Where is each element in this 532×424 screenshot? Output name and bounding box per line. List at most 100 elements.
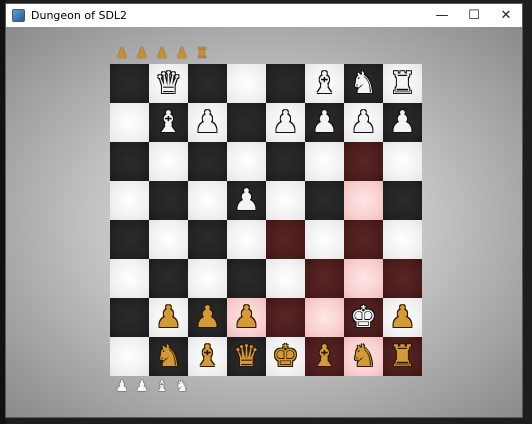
square-d4[interactable] <box>227 220 266 259</box>
white-bishop-piece[interactable]: ♝ <box>311 64 338 103</box>
square-h6[interactable] <box>383 142 422 181</box>
square-h7[interactable]: ♟ <box>383 103 422 142</box>
gold-pawn-piece[interactable]: ♟ <box>233 298 260 337</box>
square-g6[interactable] <box>344 142 383 181</box>
square-g7[interactable]: ♟ <box>344 103 383 142</box>
minimize-button[interactable]: — <box>426 4 458 27</box>
square-e3[interactable] <box>266 259 305 298</box>
square-h5[interactable] <box>383 181 422 220</box>
square-f1[interactable]: ♝ <box>305 337 344 376</box>
square-g5[interactable] <box>344 181 383 220</box>
square-e4[interactable] <box>266 220 305 259</box>
square-e7[interactable]: ♟ <box>266 103 305 142</box>
square-e2[interactable] <box>266 298 305 337</box>
square-d1[interactable]: ♛ <box>227 337 266 376</box>
gold-pawn-piece[interactable]: ♟ <box>194 298 221 337</box>
white-pawn-piece[interactable]: ♟ <box>389 103 416 142</box>
game-area: ♟ ♟ ♟ ♟ ♜ ♛ ♝ ♞ ♜ ♝ ♟ ♟ ♟ ♟ ♟ ♟ ♟ ♟ ♟ ♚ ♟ ♞ ♝ ♛ ♚ ♝ ♞ ♜ ♟ ♟ ♝ ♞ <box>6 27 522 417</box>
square-d2[interactable]: ♟ <box>227 298 266 337</box>
square-g2[interactable]: ♚ <box>344 298 383 337</box>
white-bishop-piece[interactable]: ♝ <box>155 103 182 142</box>
square-f4[interactable] <box>305 220 344 259</box>
square-h8[interactable]: ♜ <box>383 64 422 103</box>
square-h1[interactable]: ♜ <box>383 337 422 376</box>
close-button[interactable]: ✕ <box>490 4 522 27</box>
captured-gold-rook-icon: ♜ <box>195 44 209 62</box>
square-a1[interactable] <box>110 337 149 376</box>
white-king-piece[interactable]: ♚ <box>350 298 377 337</box>
square-h4[interactable] <box>383 220 422 259</box>
square-a7[interactable] <box>110 103 149 142</box>
square-e8[interactable] <box>266 64 305 103</box>
square-c3[interactable] <box>188 259 227 298</box>
square-d8[interactable] <box>227 64 266 103</box>
square-b7[interactable]: ♝ <box>149 103 188 142</box>
captured-gold-pawn-icon: ♟ <box>155 44 169 62</box>
title-bar[interactable]: Dungeon of SDL2 — ☐ ✕ <box>6 4 522 27</box>
app-icon <box>12 9 25 22</box>
gold-knight-piece[interactable]: ♞ <box>350 337 377 376</box>
square-a2[interactable] <box>110 298 149 337</box>
square-f6[interactable] <box>305 142 344 181</box>
square-c6[interactable] <box>188 142 227 181</box>
captured-pieces-bottom: ♟ ♟ ♝ ♞ <box>113 377 191 395</box>
square-b4[interactable] <box>149 220 188 259</box>
square-a8[interactable] <box>110 64 149 103</box>
square-b2[interactable]: ♟ <box>149 298 188 337</box>
square-a3[interactable] <box>110 259 149 298</box>
square-e1[interactable]: ♚ <box>266 337 305 376</box>
captured-gold-pawn-icon: ♟ <box>175 44 189 62</box>
square-d7[interactable] <box>227 103 266 142</box>
square-c2[interactable]: ♟ <box>188 298 227 337</box>
square-b8[interactable]: ♛ <box>149 64 188 103</box>
gold-pawn-piece[interactable]: ♟ <box>389 298 416 337</box>
gold-bishop-piece[interactable]: ♝ <box>194 337 221 376</box>
window-controls: — ☐ ✕ <box>426 4 522 27</box>
square-f8[interactable]: ♝ <box>305 64 344 103</box>
white-pawn-piece[interactable]: ♟ <box>311 103 338 142</box>
square-b6[interactable] <box>149 142 188 181</box>
square-e5[interactable] <box>266 181 305 220</box>
square-h2[interactable]: ♟ <box>383 298 422 337</box>
white-knight-piece[interactable]: ♞ <box>350 64 377 103</box>
gold-rook-piece[interactable]: ♜ <box>389 337 416 376</box>
square-d3[interactable] <box>227 259 266 298</box>
square-a4[interactable] <box>110 220 149 259</box>
app-window: Dungeon of SDL2 — ☐ ✕ ♟ ♟ ♟ ♟ ♜ ♛ ♝ ♞ ♜ ♝ ♟ ♟ ♟ ♟ ♟ ♟ ♟… <box>6 4 522 417</box>
square-c1[interactable]: ♝ <box>188 337 227 376</box>
square-f2[interactable] <box>305 298 344 337</box>
white-pawn-piece[interactable]: ♟ <box>272 103 299 142</box>
square-b3[interactable] <box>149 259 188 298</box>
gold-queen-piece[interactable]: ♛ <box>233 337 260 376</box>
square-c8[interactable] <box>188 64 227 103</box>
square-f3[interactable] <box>305 259 344 298</box>
chess-board[interactable]: ♛ ♝ ♞ ♜ ♝ ♟ ♟ ♟ ♟ ♟ ♟ ♟ ♟ ♟ ♚ ♟ ♞ ♝ ♛ ♚ ♝ ♞ ♜ <box>110 64 422 376</box>
square-c5[interactable] <box>188 181 227 220</box>
square-h3[interactable] <box>383 259 422 298</box>
square-e6[interactable] <box>266 142 305 181</box>
square-g4[interactable] <box>344 220 383 259</box>
square-b5[interactable] <box>149 181 188 220</box>
maximize-button[interactable]: ☐ <box>458 4 490 27</box>
square-f7[interactable]: ♟ <box>305 103 344 142</box>
square-c4[interactable] <box>188 220 227 259</box>
gold-knight-piece[interactable]: ♞ <box>155 337 182 376</box>
white-rook-piece[interactable]: ♜ <box>389 64 416 103</box>
square-a6[interactable] <box>110 142 149 181</box>
gold-king-piece[interactable]: ♚ <box>272 337 299 376</box>
square-d5[interactable]: ♟ <box>227 181 266 220</box>
square-c7[interactable]: ♟ <box>188 103 227 142</box>
square-d6[interactable] <box>227 142 266 181</box>
white-pawn-piece[interactable]: ♟ <box>350 103 377 142</box>
square-g1[interactable]: ♞ <box>344 337 383 376</box>
square-b1[interactable]: ♞ <box>149 337 188 376</box>
square-g3[interactable] <box>344 259 383 298</box>
gold-pawn-piece[interactable]: ♟ <box>155 298 182 337</box>
white-pawn-piece[interactable]: ♟ <box>194 103 221 142</box>
square-g8[interactable]: ♞ <box>344 64 383 103</box>
white-pawn-piece[interactable]: ♟ <box>233 181 260 220</box>
square-a5[interactable] <box>110 181 149 220</box>
square-f5[interactable] <box>305 181 344 220</box>
gold-bishop-piece[interactable]: ♝ <box>311 337 338 376</box>
white-queen-piece[interactable]: ♛ <box>155 64 182 103</box>
